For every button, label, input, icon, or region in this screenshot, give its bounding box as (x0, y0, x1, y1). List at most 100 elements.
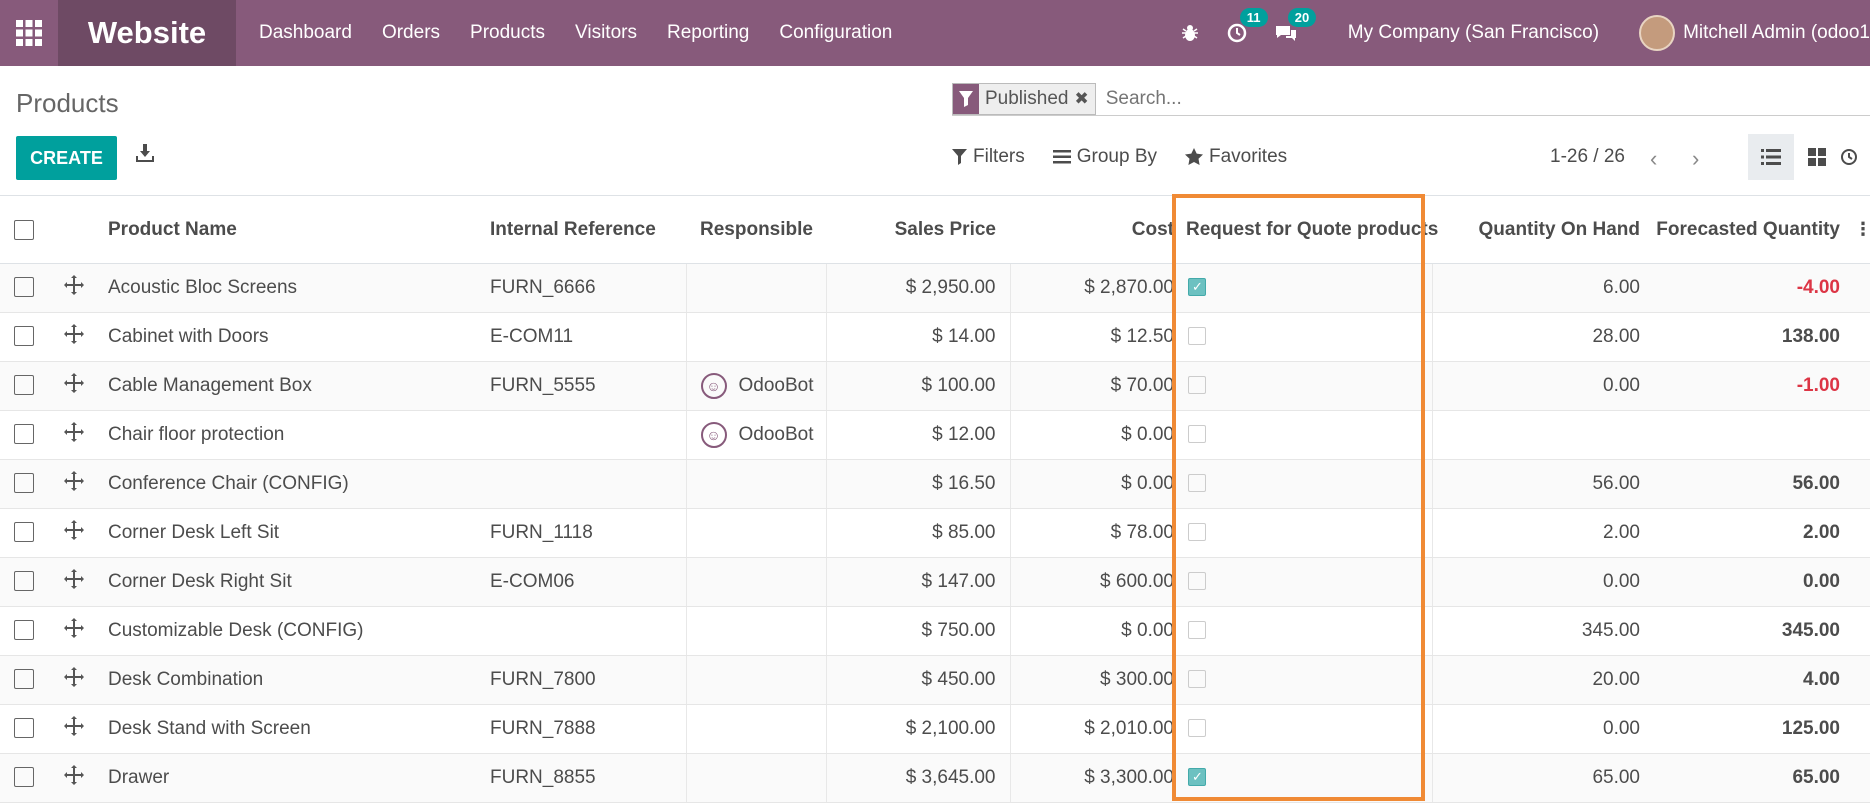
apps-menu-icon[interactable] (0, 0, 58, 66)
cell-internal-reference[interactable]: FURN_7800 (480, 655, 687, 705)
messages-icon[interactable]: 20 (1274, 8, 1317, 44)
cell-forecasted-quantity[interactable]: 0.00 (1654, 557, 1854, 607)
cell-quantity-on-hand[interactable]: 0.00 (1432, 704, 1654, 754)
drag-handle-icon[interactable] (64, 764, 84, 790)
cell-product-name[interactable]: Drawer (104, 753, 480, 803)
col-cost[interactable]: Cost (1010, 197, 1182, 264)
rfq-checkbox[interactable] (1188, 719, 1206, 738)
menu-dashboard[interactable]: Dashboard (244, 22, 367, 44)
cell-sales-price[interactable]: $ 100.00 (826, 361, 1011, 411)
user-avatar[interactable] (1639, 15, 1676, 51)
table-row[interactable]: Acoustic Bloc Screens FURN_6666 $ 2,950.… (0, 263, 1870, 313)
row-select-checkbox[interactable] (14, 522, 34, 543)
menu-visitors[interactable]: Visitors (560, 22, 652, 44)
cell-internal-reference[interactable]: FURN_1118 (480, 508, 687, 558)
row-select-checkbox[interactable] (14, 473, 34, 494)
cell-product-name[interactable]: Customizable Desk (CONFIG) (104, 606, 480, 656)
drag-handle-icon[interactable] (64, 421, 84, 447)
cell-cost[interactable]: $ 2,870.00 (1010, 263, 1182, 313)
col-sales-price[interactable]: Sales Price (826, 197, 1010, 264)
kanban-view-icon[interactable] (1794, 134, 1840, 180)
cell-quantity-on-hand[interactable]: 6.00 (1432, 263, 1654, 313)
drag-handle-icon[interactable] (64, 372, 84, 398)
menu-configuration[interactable]: Configuration (764, 22, 907, 44)
col-request-for-quote[interactable]: Request for Quote products (1182, 197, 1438, 264)
activity-view-icon[interactable] (1840, 134, 1870, 180)
cell-internal-reference[interactable]: FURN_7888 (480, 704, 687, 754)
table-row[interactable]: Cabinet with Doors E-COM11 $ 14.00 $ 12.… (0, 312, 1870, 362)
drag-handle-icon[interactable] (64, 519, 84, 545)
cell-internal-reference[interactable]: E-COM11 (480, 312, 687, 362)
facet-remove-icon[interactable]: ✖ (1074, 83, 1095, 114)
cell-sales-price[interactable]: $ 16.50 (826, 459, 1011, 509)
col-responsible[interactable]: Responsible (686, 197, 826, 264)
cell-forecasted-quantity[interactable]: 125.00 (1654, 704, 1854, 754)
filters-toggle[interactable]: Filters (952, 146, 1025, 168)
rfq-checkbox[interactable] (1188, 523, 1206, 542)
col-quantity-on-hand[interactable]: Quantity On Hand (1432, 197, 1654, 264)
drag-handle-icon[interactable] (64, 568, 84, 594)
cell-forecasted-quantity[interactable]: 4.00 (1654, 655, 1854, 705)
rfq-checkbox[interactable] (1188, 425, 1206, 444)
optional-columns-icon[interactable]: ⋮ (1854, 197, 1870, 264)
table-row[interactable]: Desk Combination FURN_7800 $ 450.00 $ 30… (0, 655, 1870, 705)
cell-cost[interactable]: $ 2,010.00 (1010, 704, 1182, 754)
cell-cost[interactable]: $ 0.00 (1010, 410, 1182, 460)
pager-value[interactable]: 1-26 / 26 (1550, 146, 1625, 168)
search-input[interactable] (1105, 87, 1806, 110)
rfq-checkbox[interactable] (1188, 572, 1206, 591)
pager-previous-icon[interactable]: ‹ (1650, 146, 1657, 172)
cell-cost[interactable]: $ 70.00 (1010, 361, 1182, 411)
drag-handle-icon[interactable] (64, 666, 84, 692)
cell-forecasted-quantity[interactable]: 138.00 (1654, 312, 1854, 362)
row-select-checkbox[interactable] (14, 277, 34, 298)
cell-product-name[interactable]: Desk Stand with Screen (104, 704, 480, 754)
cell-internal-reference[interactable]: FURN_5555 (480, 361, 687, 411)
row-select-checkbox[interactable] (14, 669, 34, 690)
row-select-checkbox[interactable] (14, 620, 34, 641)
col-internal-reference[interactable]: Internal Reference (480, 197, 686, 264)
table-row[interactable]: Corner Desk Right Sit E-COM06 $ 147.00 $… (0, 557, 1870, 607)
app-brand[interactable]: Website (58, 0, 236, 66)
table-row[interactable]: Cable Management Box FURN_5555 ☺ OdooBot … (0, 361, 1870, 411)
create-button[interactable]: CREATE (16, 136, 117, 180)
cell-sales-price[interactable]: $ 2,950.00 (826, 263, 1011, 313)
cell-sales-price[interactable]: $ 450.00 (826, 655, 1011, 705)
drag-handle-icon[interactable] (64, 715, 84, 741)
rfq-checkbox[interactable] (1188, 278, 1206, 297)
row-select-checkbox[interactable] (14, 718, 34, 739)
cell-product-name[interactable]: Corner Desk Left Sit (104, 508, 480, 558)
rfq-checkbox[interactable] (1188, 474, 1206, 493)
cell-quantity-on-hand[interactable]: 20.00 (1432, 655, 1654, 705)
menu-reporting[interactable]: Reporting (652, 22, 764, 44)
cell-quantity-on-hand[interactable]: 65.00 (1432, 753, 1654, 803)
table-row[interactable]: Corner Desk Left Sit FURN_1118 $ 85.00 $… (0, 508, 1870, 558)
bug-icon[interactable] (1180, 23, 1200, 43)
cell-quantity-on-hand[interactable]: 28.00 (1432, 312, 1654, 362)
cell-forecasted-quantity[interactable] (1654, 410, 1854, 460)
table-row[interactable]: Chair floor protection ☺ OdooBot $ 12.00 … (0, 410, 1870, 460)
cell-cost[interactable]: $ 12.50 (1010, 312, 1182, 362)
cell-sales-price[interactable]: $ 85.00 (826, 508, 1011, 558)
col-product-name[interactable]: Product Name (104, 197, 480, 264)
cell-internal-reference[interactable]: E-COM06 (480, 557, 687, 607)
company-switcher[interactable]: My Company (San Francisco) (1348, 22, 1599, 44)
cell-cost[interactable]: $ 0.00 (1010, 606, 1182, 656)
cell-cost[interactable]: $ 78.00 (1010, 508, 1182, 558)
rfq-checkbox[interactable] (1188, 670, 1206, 689)
table-row[interactable]: Desk Stand with Screen FURN_7888 $ 2,100… (0, 704, 1870, 754)
drag-handle-icon[interactable] (64, 323, 84, 349)
menu-orders[interactable]: Orders (367, 22, 455, 44)
cell-quantity-on-hand[interactable] (1432, 410, 1654, 460)
cell-sales-price[interactable]: $ 14.00 (826, 312, 1011, 362)
cell-internal-reference[interactable] (480, 459, 687, 509)
rfq-checkbox[interactable] (1188, 376, 1206, 395)
list-view-icon[interactable] (1748, 134, 1794, 180)
cell-sales-price[interactable]: $ 3,645.00 (826, 753, 1011, 803)
cell-internal-reference[interactable]: FURN_8855 (480, 753, 687, 803)
pager-next-icon[interactable]: › (1692, 146, 1699, 172)
cell-product-name[interactable]: Cabinet with Doors (104, 312, 480, 362)
table-row[interactable]: Conference Chair (CONFIG) $ 16.50 $ 0.00… (0, 459, 1870, 509)
cell-forecasted-quantity[interactable]: 65.00 (1654, 753, 1854, 803)
cell-forecasted-quantity[interactable]: 56.00 (1654, 459, 1854, 509)
